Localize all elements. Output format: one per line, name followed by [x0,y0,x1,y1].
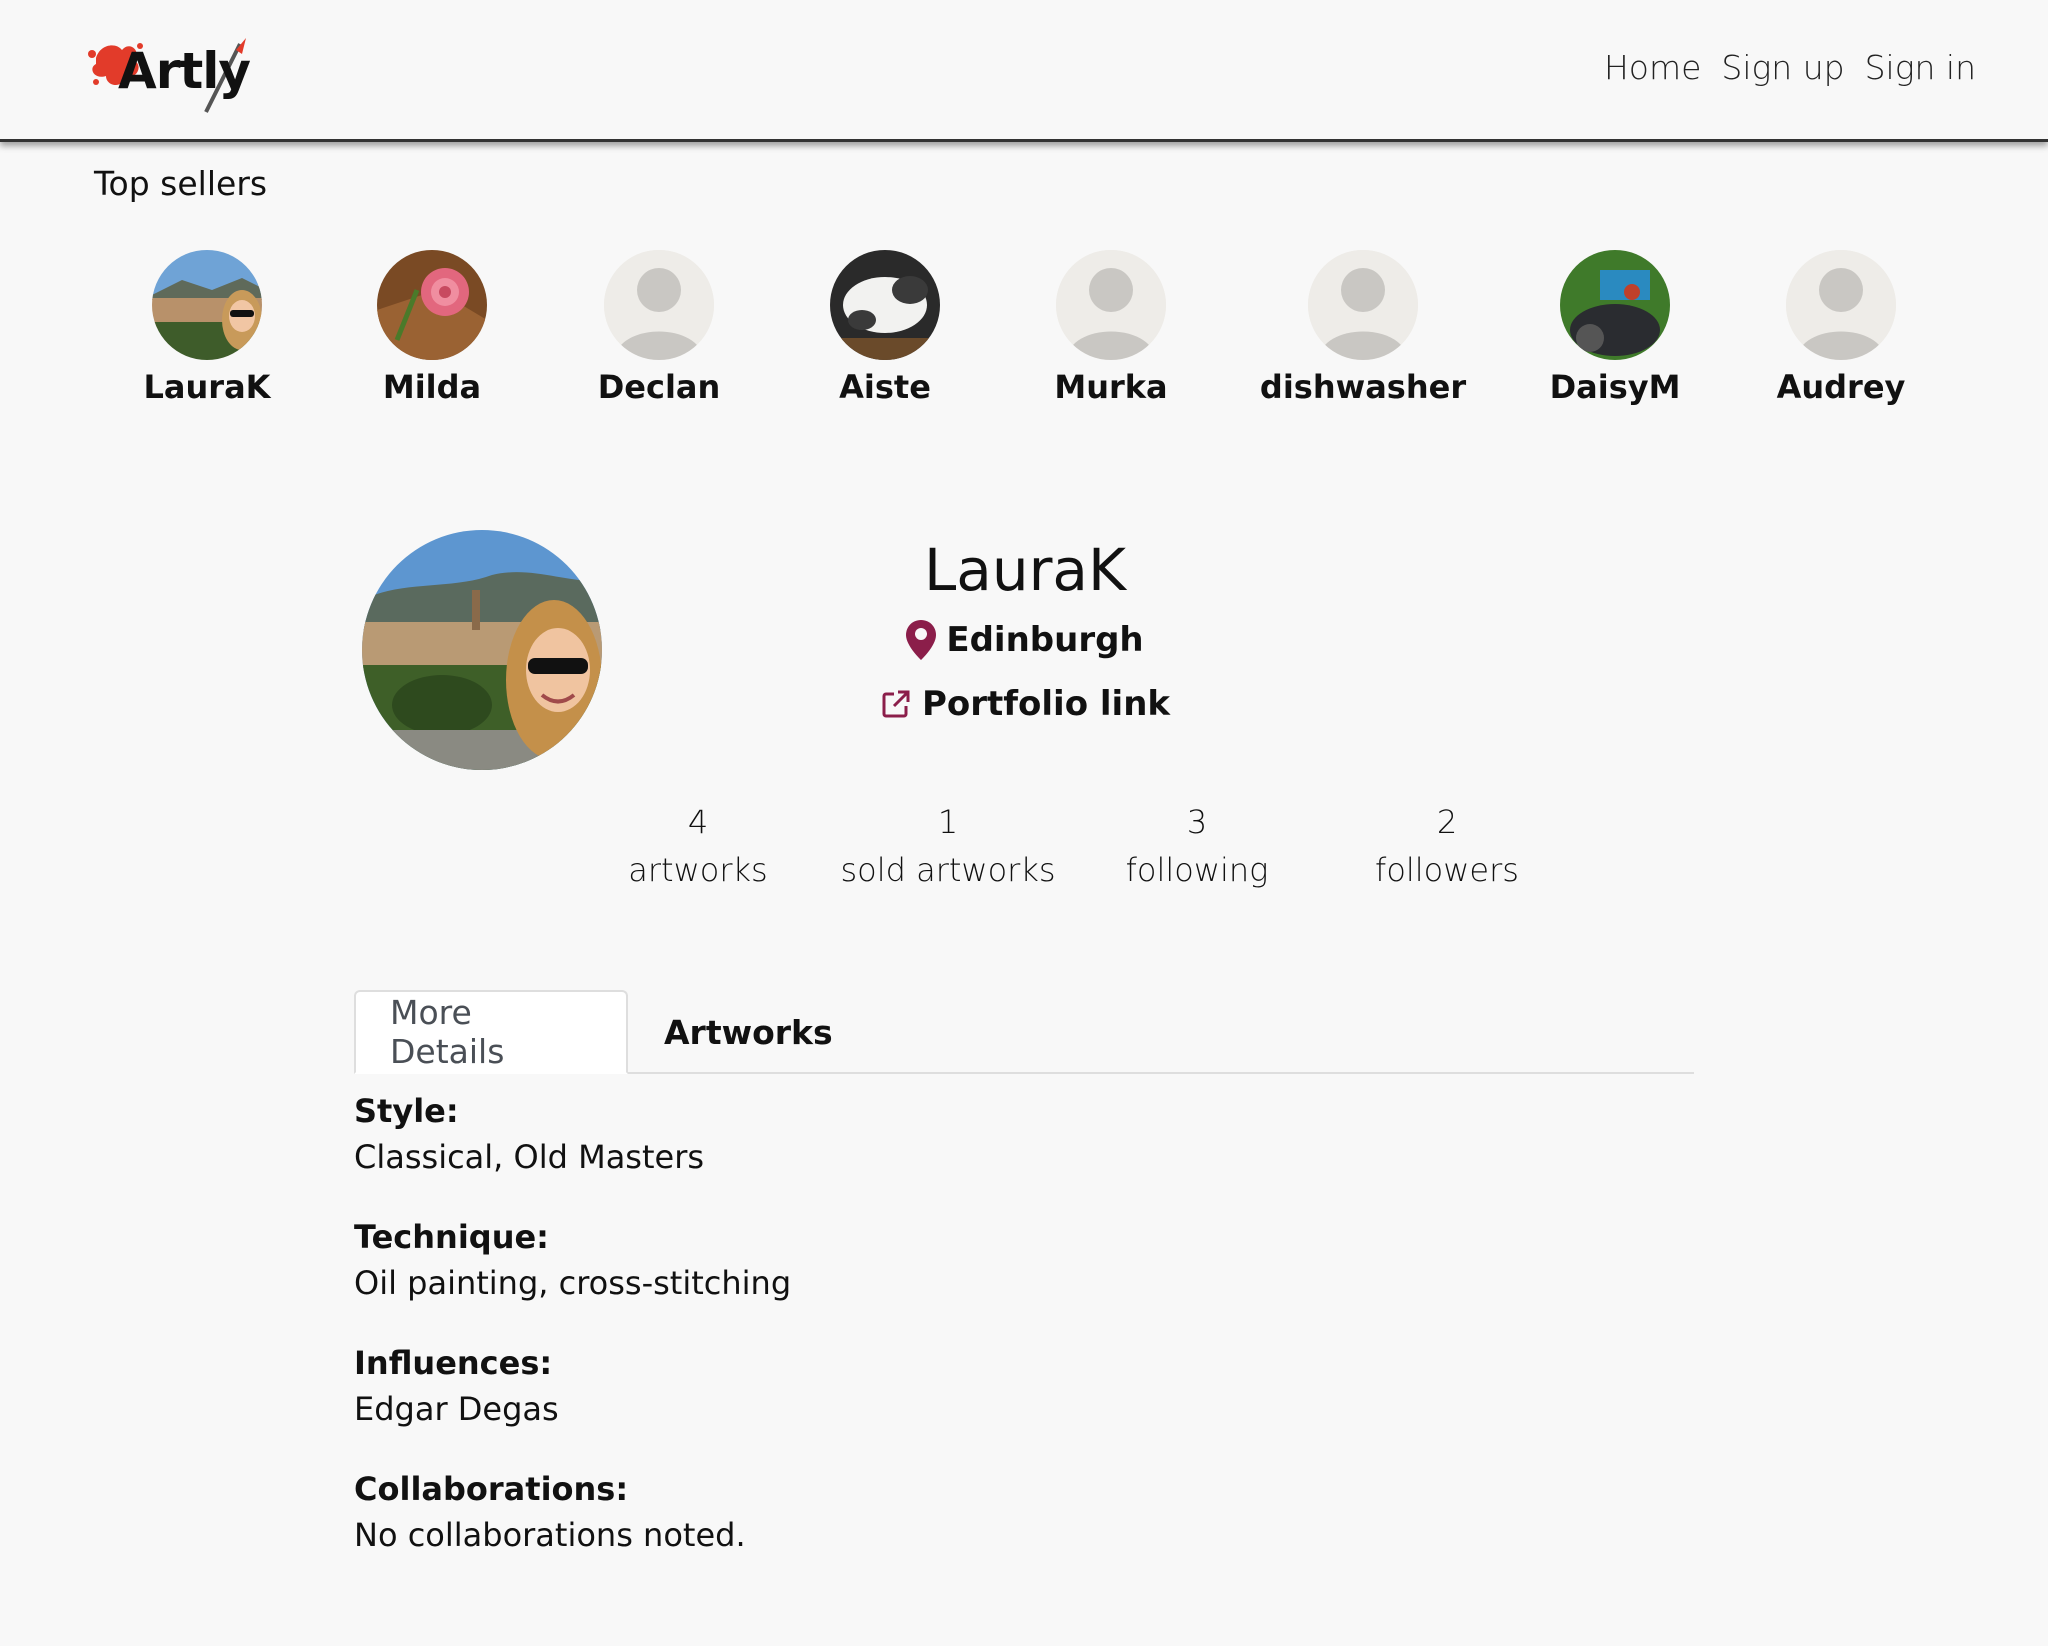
stat-followers[interactable]: 2 followers [1337,798,1557,894]
stat-following[interactable]: 3 following [1087,798,1307,894]
seller-name: Murka [1054,368,1168,406]
seller-murka[interactable]: Murka [1021,250,1201,406]
profile-tabs: More Details Artworks [354,990,1694,1074]
stat-label: artworks [628,851,768,889]
collaborations-label: Collaborations: [354,1470,629,1508]
stat-label: sold artworks [840,851,1056,889]
profile-name: LauraK [923,536,1127,604]
influences-value: Edgar Degas [354,1390,559,1428]
nav-home-link[interactable]: Home [1604,48,1701,87]
nav-links: Home Sign up Sign in [1604,48,1976,87]
seller-name: Milda [382,368,482,406]
nav-sign-in-link[interactable]: Sign in [1865,48,1976,87]
style-label: Style: [354,1092,459,1130]
tab-more-details[interactable]: More Details [354,990,628,1074]
collaborations-value: No collaborations noted. [354,1516,746,1554]
seller-audrey[interactable]: Audrey [1751,250,1931,406]
brand-logo[interactable]: Artly [86,36,256,118]
stat-label: followers [1375,851,1519,889]
stat-artworks: 4 artworks [588,798,808,894]
seller-declan[interactable]: Declan [569,250,749,406]
influences-label: Influences: [354,1344,553,1382]
technique-value: Oil painting, cross-stitching [354,1264,792,1302]
avatar [152,250,262,360]
style-value: Classical, Old Masters [354,1138,705,1176]
stat-sold-artworks: 1 sold artworks [838,798,1058,894]
avatar [830,250,940,360]
seller-name: LauraK [143,368,271,406]
avatar [377,250,487,360]
seller-name: dishwasher [1259,368,1467,406]
stat-value: 1 [937,803,959,841]
portfolio-label: Portfolio link [921,684,1171,724]
portfolio-link[interactable]: Portfolio link [860,684,1190,724]
default-avatar-icon [1056,250,1166,360]
avatar [1560,250,1670,360]
seller-name: Audrey [1776,368,1906,406]
profile-avatar [362,530,602,770]
seller-name: DaisyM [1549,368,1681,406]
seller-name: Declan [597,368,721,406]
stat-value: 4 [687,803,709,841]
seller-milda[interactable]: Milda [342,250,522,406]
default-avatar-icon [604,250,714,360]
stat-value: 2 [1436,803,1458,841]
navbar: Artly Home Sign up Sign in [0,0,2048,142]
stat-value: 3 [1186,803,1208,841]
top-sellers-title: Top sellers [94,164,268,203]
nav-sign-up-link[interactable]: Sign up [1721,48,1844,87]
map-pin-icon [906,620,937,660]
seller-laurak[interactable]: LauraK [117,250,297,406]
technique-label: Technique: [354,1218,549,1256]
stat-label: following [1125,851,1269,889]
details-panel: Style: Classical, Old Masters Technique:… [354,1092,1654,1596]
default-avatar-icon [1308,250,1418,360]
seller-dishwasher[interactable]: dishwasher [1260,250,1466,406]
seller-name: Aiste [839,368,931,406]
profile-location: Edinburgh [880,620,1170,660]
seller-daisym[interactable]: DaisyM [1525,250,1705,406]
external-link-icon [882,690,910,718]
seller-aiste[interactable]: Aiste [795,250,975,406]
tab-artworks[interactable]: Artworks [630,990,867,1074]
brand-name: Artly [118,42,251,100]
location-text: Edinburgh [946,620,1144,660]
default-avatar-icon [1786,250,1896,360]
